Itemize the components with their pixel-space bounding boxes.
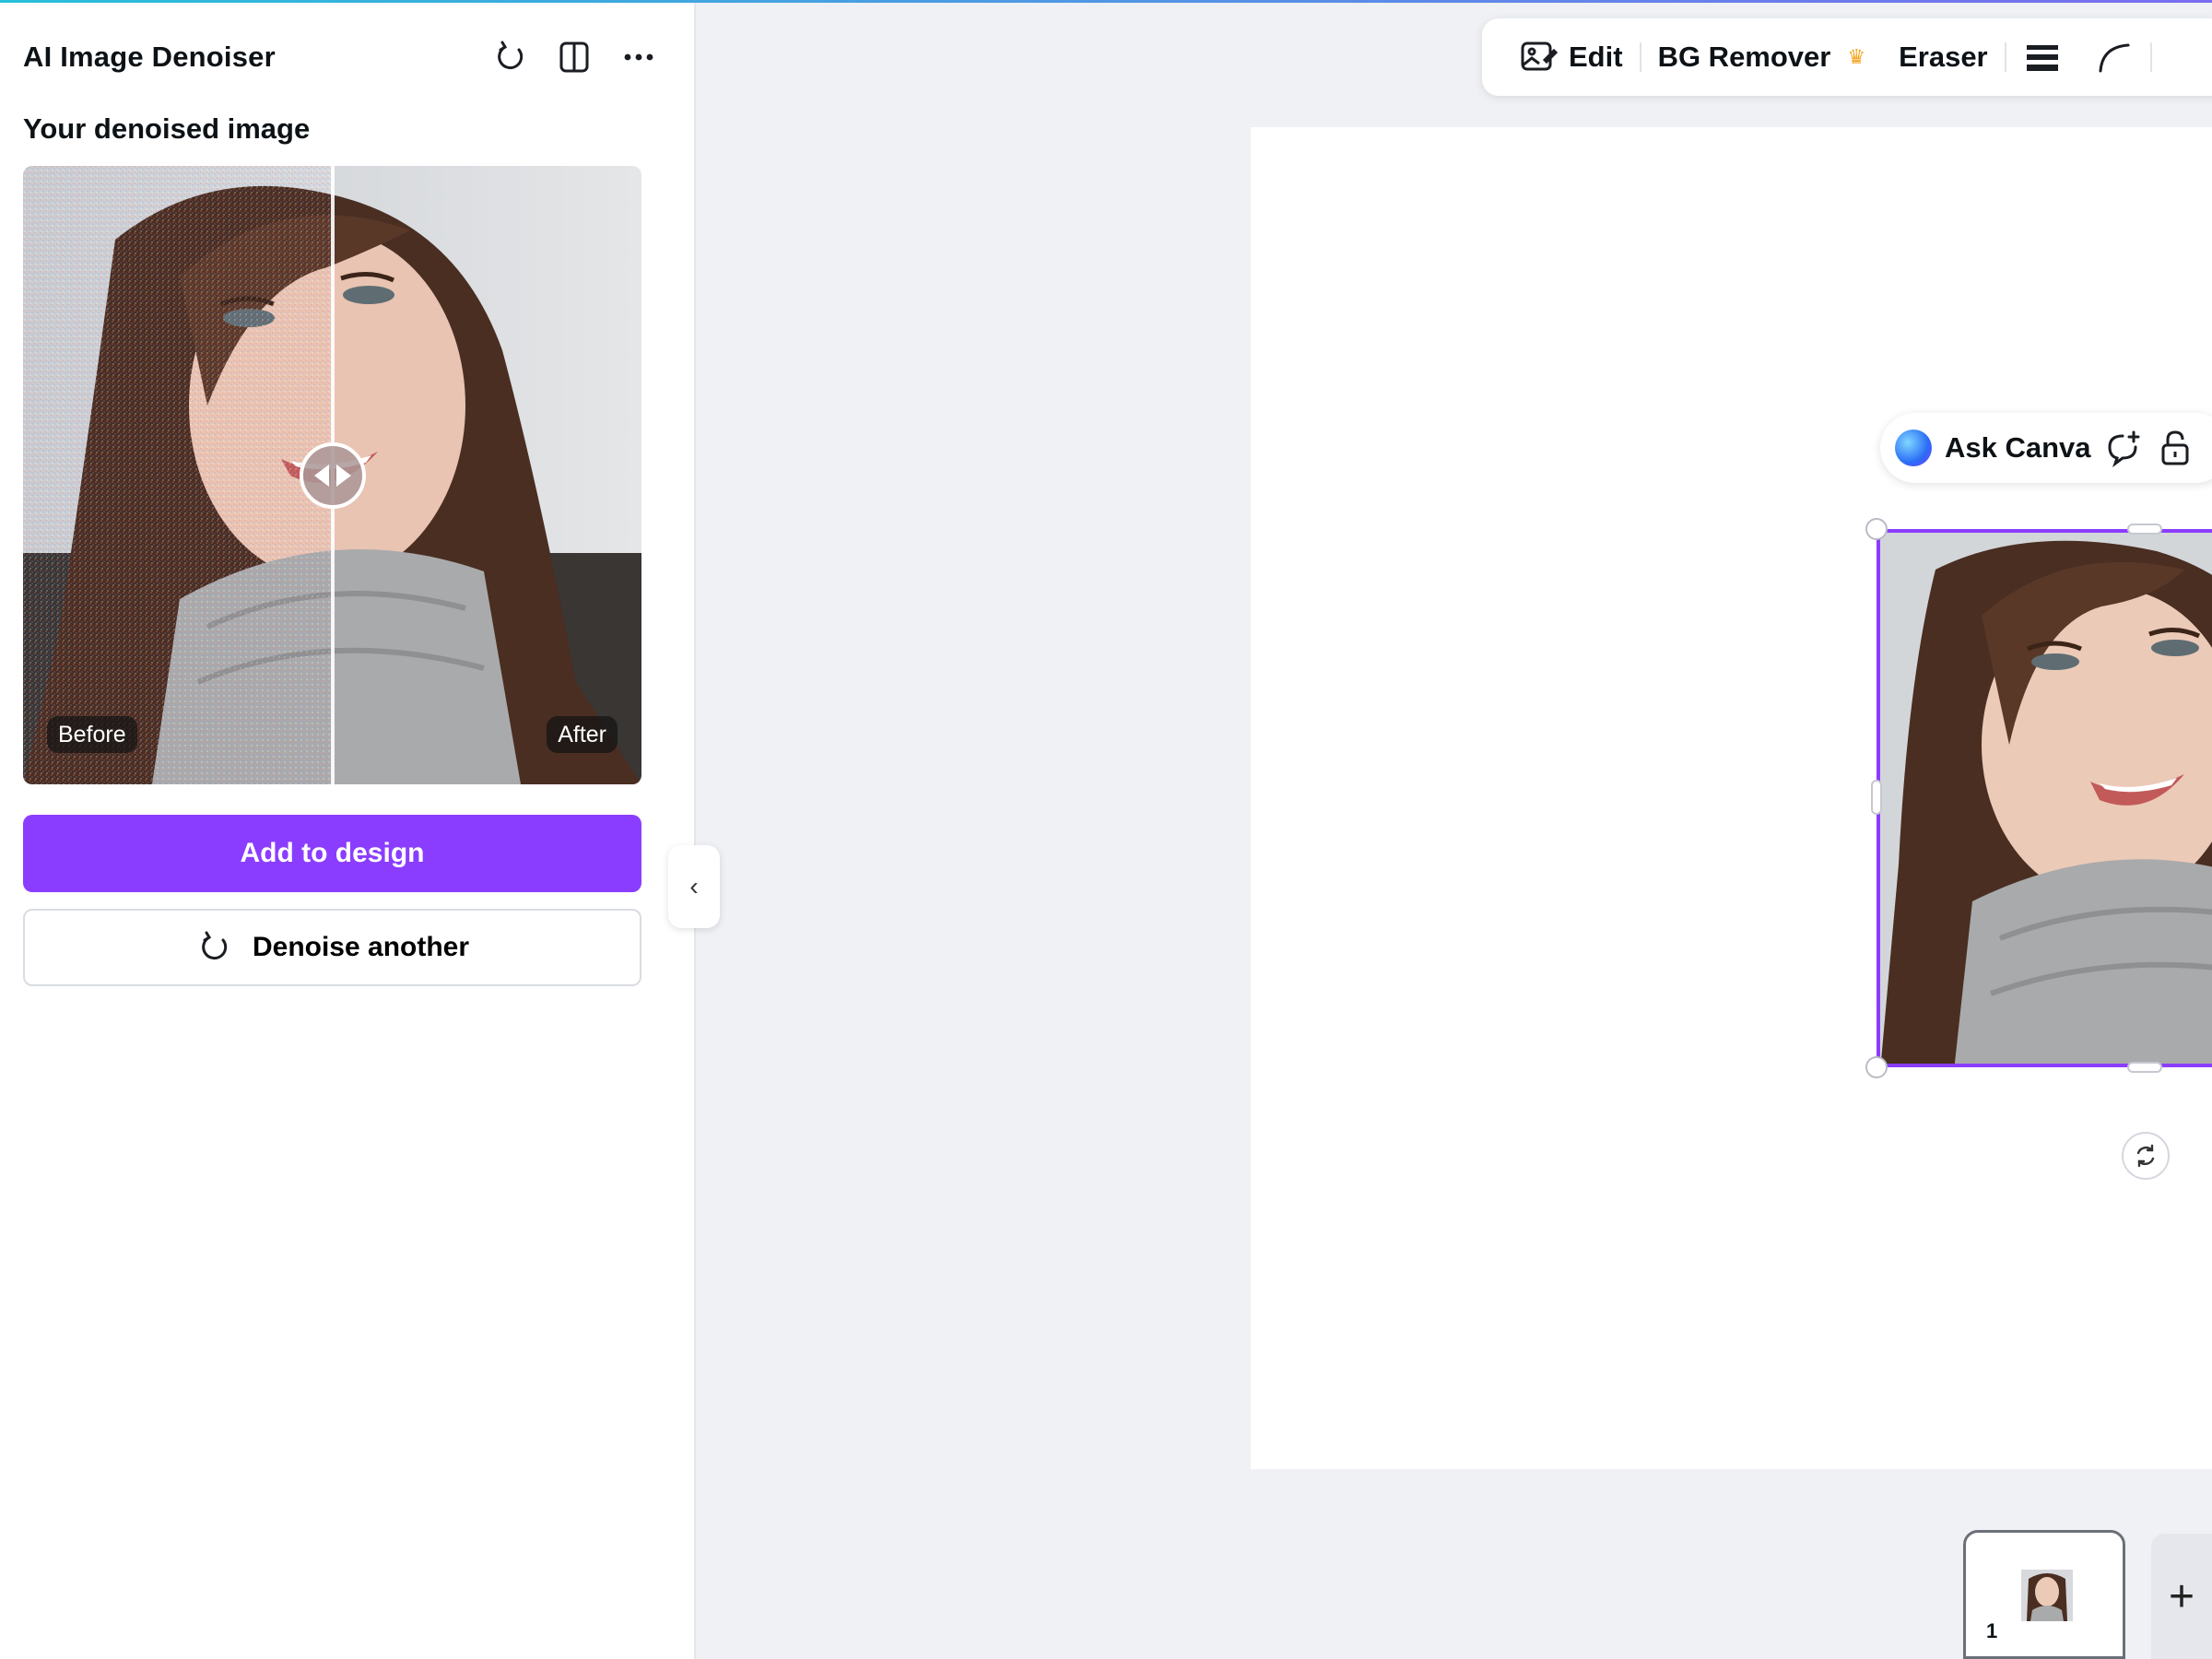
resize-handle-bottom[interactable] [2127, 1062, 2162, 1073]
before-after-comparison[interactable]: Before After [23, 166, 641, 784]
border-style-button[interactable] [2006, 18, 2078, 96]
bg-remover-label: BG Remover [1657, 41, 1831, 73]
refresh-icon [202, 931, 228, 960]
eraser-label: Eraser [1899, 41, 1988, 73]
eraser-button[interactable]: Eraser [1882, 18, 2005, 96]
bg-remover-button[interactable]: BG Remover ♛ [1641, 18, 1883, 96]
page-thumbnail-image [2021, 1570, 2073, 1621]
selected-image-element[interactable] [1877, 529, 2212, 1067]
crown-icon: ♛ [1847, 45, 1866, 68]
page-thumbnail[interactable]: 1 [1963, 1530, 2125, 1659]
ask-canva-button[interactable]: Ask Canva [1945, 431, 2091, 465]
resize-handle-top[interactable] [2127, 524, 2162, 535]
after-label: After [547, 716, 618, 753]
lock-icon[interactable] [2156, 429, 2194, 467]
toolbar-divider [2149, 42, 2152, 72]
image-edit-icon [1521, 41, 1558, 71]
corner-radius-icon [2099, 43, 2130, 73]
denoiser-panel: AI Image Denoiser Your denoised image Be… [0, 0, 696, 1659]
panel-header: AI Image Denoiser [23, 35, 659, 79]
edit-label: Edit [1569, 41, 1623, 73]
border-weight-icon [2026, 45, 2058, 71]
before-label: Before [47, 716, 137, 753]
edit-image-button[interactable]: Edit [1502, 18, 1640, 96]
ask-canva-bar: Ask Canva [1880, 413, 2212, 483]
resize-handle-top-left[interactable] [1865, 518, 1888, 540]
add-page-button[interactable]: + [2151, 1534, 2212, 1659]
panel-header-actions [489, 35, 659, 79]
top-progress-line [0, 0, 2212, 3]
corner-rounding-button[interactable] [2078, 18, 2150, 96]
add-comment-icon[interactable] [2104, 429, 2143, 467]
resize-handle-left[interactable] [1871, 780, 1882, 815]
split-view-icon[interactable] [554, 37, 594, 77]
comparison-slider-handle[interactable] [300, 442, 366, 509]
rotate-handle[interactable] [2122, 1132, 2170, 1180]
refresh-icon[interactable] [489, 37, 530, 77]
canva-assistant-icon [1895, 429, 1932, 466]
add-to-design-button[interactable]: Add to design [23, 815, 641, 892]
context-toolbar: Edit BG Remover ♛ Eraser [1482, 18, 2212, 96]
more-options-icon[interactable] [618, 37, 659, 77]
plus-icon: + [2168, 1571, 2195, 1621]
rotate-icon [2136, 1144, 2155, 1168]
panel-title: AI Image Denoiser [23, 41, 276, 73]
resize-handle-bottom-left[interactable] [1865, 1056, 1888, 1078]
denoised-portrait [1880, 533, 2212, 1064]
denoise-another-label: Denoise another [252, 932, 470, 962]
page-number: 1 [1986, 1619, 1998, 1642]
result-heading: Your denoised image [23, 112, 311, 145]
denoise-another-button[interactable]: Denoise another [23, 909, 641, 986]
collapse-panel-button[interactable]: ‹ [668, 845, 720, 928]
chevron-left-icon: ‹ [689, 872, 699, 900]
